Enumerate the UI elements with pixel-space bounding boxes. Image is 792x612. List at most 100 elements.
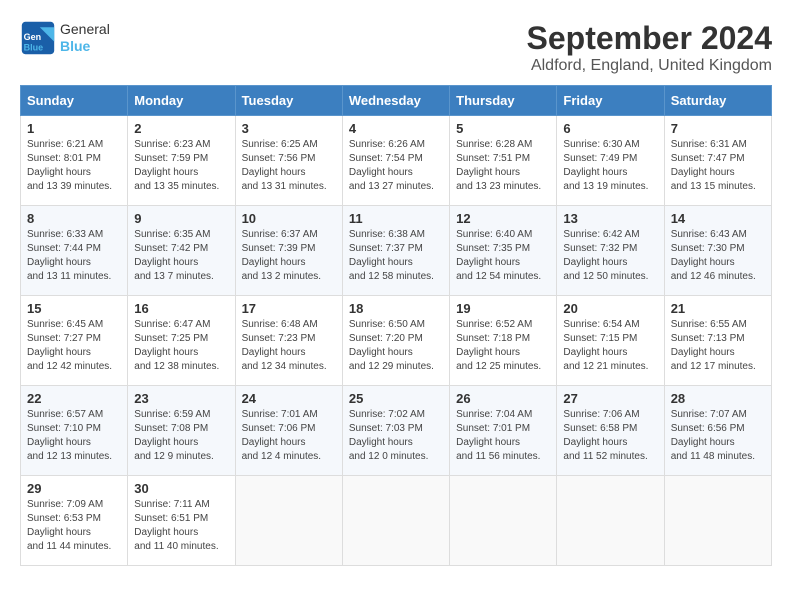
day-number: 1 xyxy=(27,121,121,136)
calendar-cell: 23 Sunrise: 6:59 AM Sunset: 7:08 PM Dayl… xyxy=(128,386,235,476)
day-number: 20 xyxy=(563,301,657,316)
day-info: Sunrise: 7:07 AM Sunset: 6:56 PM Dayligh… xyxy=(671,408,765,464)
day-info: Sunrise: 6:57 AM Sunset: 7:10 PM Dayligh… xyxy=(27,408,121,464)
day-info: Sunrise: 6:55 AM Sunset: 7:13 PM Dayligh… xyxy=(671,318,765,374)
day-number: 5 xyxy=(456,121,550,136)
logo: Gen Blue General Blue xyxy=(20,20,110,56)
day-info: Sunrise: 6:30 AM Sunset: 7:49 PM Dayligh… xyxy=(563,138,657,194)
day-number: 28 xyxy=(671,391,765,406)
day-info: Sunrise: 6:47 AM Sunset: 7:25 PM Dayligh… xyxy=(134,318,228,374)
calendar-cell: 19 Sunrise: 6:52 AM Sunset: 7:18 PM Dayl… xyxy=(450,296,557,386)
day-number: 2 xyxy=(134,121,228,136)
calendar-cell: 7 Sunrise: 6:31 AM Sunset: 7:47 PM Dayli… xyxy=(664,116,771,206)
day-info: Sunrise: 7:04 AM Sunset: 7:01 PM Dayligh… xyxy=(456,408,550,464)
day-number: 18 xyxy=(349,301,443,316)
title-area: September 2024 Aldford, England, United … xyxy=(527,20,772,75)
day-info: Sunrise: 6:42 AM Sunset: 7:32 PM Dayligh… xyxy=(563,228,657,284)
day-number: 6 xyxy=(563,121,657,136)
day-number: 25 xyxy=(349,391,443,406)
calendar-header-tuesday: Tuesday xyxy=(235,86,342,116)
calendar-header-thursday: Thursday xyxy=(450,86,557,116)
day-number: 14 xyxy=(671,211,765,226)
day-info: Sunrise: 6:45 AM Sunset: 7:27 PM Dayligh… xyxy=(27,318,121,374)
day-info: Sunrise: 6:21 AM Sunset: 8:01 PM Dayligh… xyxy=(27,138,121,194)
calendar-header-saturday: Saturday xyxy=(664,86,771,116)
calendar-cell: 29 Sunrise: 7:09 AM Sunset: 6:53 PM Dayl… xyxy=(21,476,128,566)
calendar-week-row: 22 Sunrise: 6:57 AM Sunset: 7:10 PM Dayl… xyxy=(21,386,772,476)
calendar-cell: 2 Sunrise: 6:23 AM Sunset: 7:59 PM Dayli… xyxy=(128,116,235,206)
day-info: Sunrise: 6:23 AM Sunset: 7:59 PM Dayligh… xyxy=(134,138,228,194)
calendar-cell xyxy=(664,476,771,566)
calendar-cell: 14 Sunrise: 6:43 AM Sunset: 7:30 PM Dayl… xyxy=(664,206,771,296)
svg-text:Gen: Gen xyxy=(24,32,42,42)
svg-text:Blue: Blue xyxy=(24,43,44,53)
day-info: Sunrise: 6:38 AM Sunset: 7:37 PM Dayligh… xyxy=(349,228,443,284)
day-number: 16 xyxy=(134,301,228,316)
calendar-cell: 18 Sunrise: 6:50 AM Sunset: 7:20 PM Dayl… xyxy=(342,296,449,386)
day-number: 11 xyxy=(349,211,443,226)
calendar-header-wednesday: Wednesday xyxy=(342,86,449,116)
calendar-header-friday: Friday xyxy=(557,86,664,116)
calendar-cell: 25 Sunrise: 7:02 AM Sunset: 7:03 PM Dayl… xyxy=(342,386,449,476)
calendar-header-sunday: Sunday xyxy=(21,86,128,116)
day-info: Sunrise: 6:31 AM Sunset: 7:47 PM Dayligh… xyxy=(671,138,765,194)
day-info: Sunrise: 7:11 AM Sunset: 6:51 PM Dayligh… xyxy=(134,498,228,554)
calendar-cell: 15 Sunrise: 6:45 AM Sunset: 7:27 PM Dayl… xyxy=(21,296,128,386)
day-number: 29 xyxy=(27,481,121,496)
calendar-cell: 11 Sunrise: 6:38 AM Sunset: 7:37 PM Dayl… xyxy=(342,206,449,296)
day-number: 22 xyxy=(27,391,121,406)
calendar-cell: 12 Sunrise: 6:40 AM Sunset: 7:35 PM Dayl… xyxy=(450,206,557,296)
day-info: Sunrise: 6:37 AM Sunset: 7:39 PM Dayligh… xyxy=(242,228,336,284)
calendar-cell xyxy=(450,476,557,566)
day-number: 19 xyxy=(456,301,550,316)
day-number: 12 xyxy=(456,211,550,226)
calendar-cell: 17 Sunrise: 6:48 AM Sunset: 7:23 PM Dayl… xyxy=(235,296,342,386)
calendar-cell: 10 Sunrise: 6:37 AM Sunset: 7:39 PM Dayl… xyxy=(235,206,342,296)
day-info: Sunrise: 7:06 AM Sunset: 6:58 PM Dayligh… xyxy=(563,408,657,464)
day-info: Sunrise: 6:28 AM Sunset: 7:51 PM Dayligh… xyxy=(456,138,550,194)
day-info: Sunrise: 6:48 AM Sunset: 7:23 PM Dayligh… xyxy=(242,318,336,374)
day-info: Sunrise: 6:26 AM Sunset: 7:54 PM Dayligh… xyxy=(349,138,443,194)
day-info: Sunrise: 7:02 AM Sunset: 7:03 PM Dayligh… xyxy=(349,408,443,464)
day-info: Sunrise: 6:40 AM Sunset: 7:35 PM Dayligh… xyxy=(456,228,550,284)
day-number: 30 xyxy=(134,481,228,496)
calendar-header-monday: Monday xyxy=(128,86,235,116)
day-info: Sunrise: 6:54 AM Sunset: 7:15 PM Dayligh… xyxy=(563,318,657,374)
subtitle: Aldford, England, United Kingdom xyxy=(527,57,772,75)
day-info: Sunrise: 7:01 AM Sunset: 7:06 PM Dayligh… xyxy=(242,408,336,464)
day-info: Sunrise: 6:59 AM Sunset: 7:08 PM Dayligh… xyxy=(134,408,228,464)
day-number: 9 xyxy=(134,211,228,226)
calendar-cell: 30 Sunrise: 7:11 AM Sunset: 6:51 PM Dayl… xyxy=(128,476,235,566)
calendar-week-row: 15 Sunrise: 6:45 AM Sunset: 7:27 PM Dayl… xyxy=(21,296,772,386)
calendar-cell xyxy=(342,476,449,566)
day-number: 10 xyxy=(242,211,336,226)
day-info: Sunrise: 7:09 AM Sunset: 6:53 PM Dayligh… xyxy=(27,498,121,554)
day-number: 3 xyxy=(242,121,336,136)
calendar-cell: 28 Sunrise: 7:07 AM Sunset: 6:56 PM Dayl… xyxy=(664,386,771,476)
calendar-cell: 13 Sunrise: 6:42 AM Sunset: 7:32 PM Dayl… xyxy=(557,206,664,296)
calendar-cell: 5 Sunrise: 6:28 AM Sunset: 7:51 PM Dayli… xyxy=(450,116,557,206)
day-number: 7 xyxy=(671,121,765,136)
calendar-cell: 27 Sunrise: 7:06 AM Sunset: 6:58 PM Dayl… xyxy=(557,386,664,476)
logo-icon: Gen Blue xyxy=(20,20,56,56)
calendar-cell xyxy=(557,476,664,566)
day-info: Sunrise: 6:43 AM Sunset: 7:30 PM Dayligh… xyxy=(671,228,765,284)
calendar-cell: 6 Sunrise: 6:30 AM Sunset: 7:49 PM Dayli… xyxy=(557,116,664,206)
calendar-cell: 26 Sunrise: 7:04 AM Sunset: 7:01 PM Dayl… xyxy=(450,386,557,476)
header: Gen Blue General Blue September 2024 Ald… xyxy=(20,20,772,75)
calendar-cell: 24 Sunrise: 7:01 AM Sunset: 7:06 PM Dayl… xyxy=(235,386,342,476)
main-title: September 2024 xyxy=(527,20,772,57)
day-number: 24 xyxy=(242,391,336,406)
calendar-cell: 3 Sunrise: 6:25 AM Sunset: 7:56 PM Dayli… xyxy=(235,116,342,206)
calendar-cell: 9 Sunrise: 6:35 AM Sunset: 7:42 PM Dayli… xyxy=(128,206,235,296)
calendar-week-row: 29 Sunrise: 7:09 AM Sunset: 6:53 PM Dayl… xyxy=(21,476,772,566)
calendar-header-row: SundayMondayTuesdayWednesdayThursdayFrid… xyxy=(21,86,772,116)
day-number: 15 xyxy=(27,301,121,316)
day-info: Sunrise: 6:33 AM Sunset: 7:44 PM Dayligh… xyxy=(27,228,121,284)
day-info: Sunrise: 6:35 AM Sunset: 7:42 PM Dayligh… xyxy=(134,228,228,284)
day-number: 8 xyxy=(27,211,121,226)
calendar-cell: 4 Sunrise: 6:26 AM Sunset: 7:54 PM Dayli… xyxy=(342,116,449,206)
calendar-cell: 8 Sunrise: 6:33 AM Sunset: 7:44 PM Dayli… xyxy=(21,206,128,296)
calendar-cell: 22 Sunrise: 6:57 AM Sunset: 7:10 PM Dayl… xyxy=(21,386,128,476)
day-number: 21 xyxy=(671,301,765,316)
